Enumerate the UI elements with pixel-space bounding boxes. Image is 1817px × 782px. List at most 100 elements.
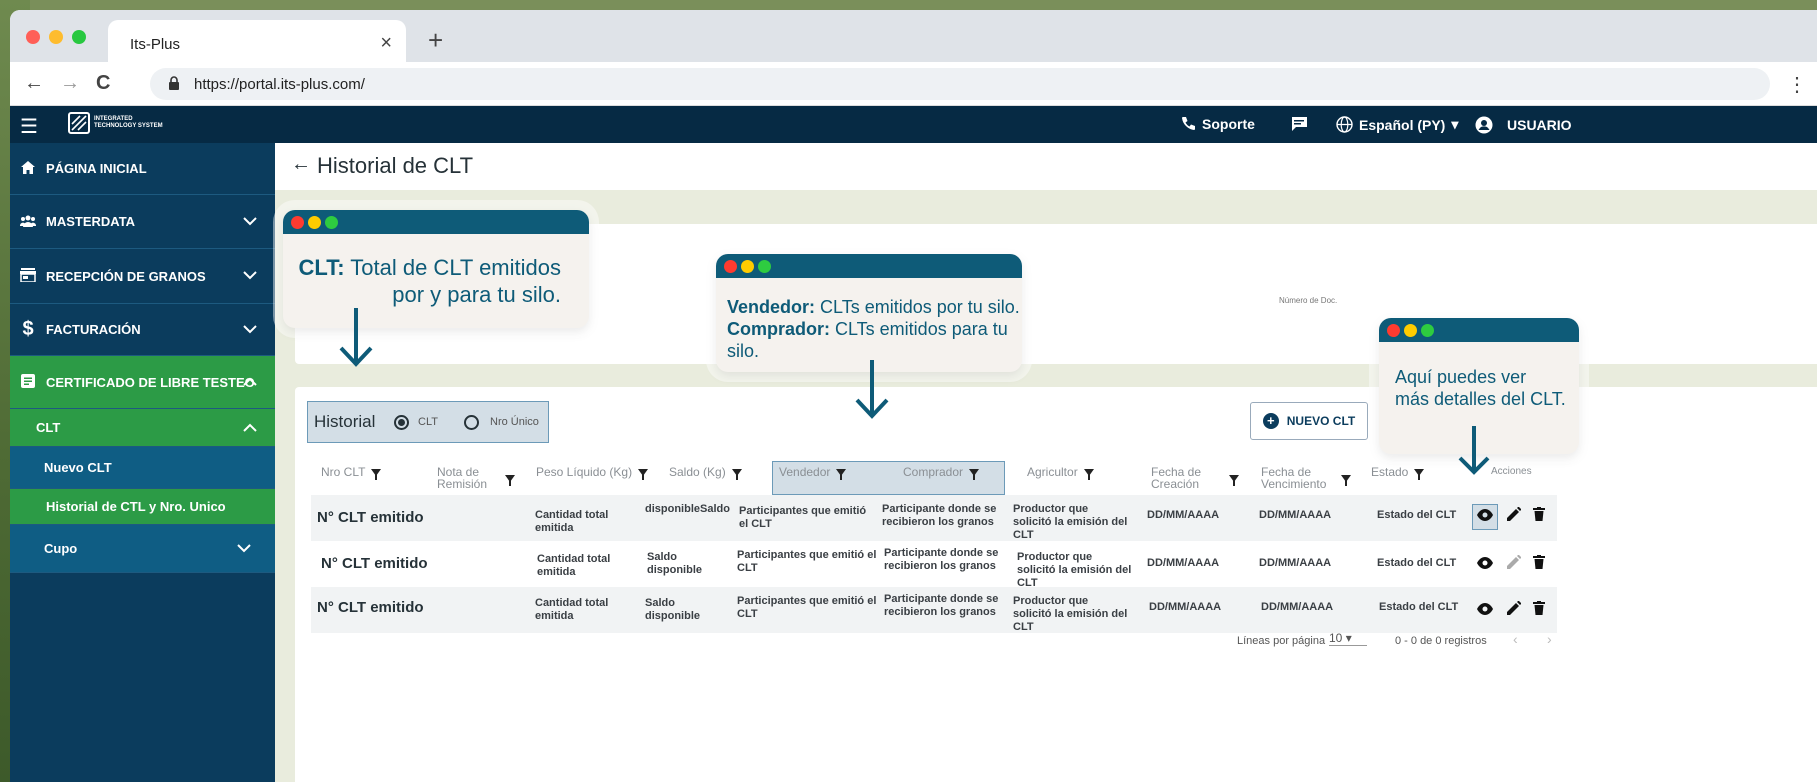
store-icon xyxy=(20,267,36,285)
logo-mark-icon xyxy=(68,112,90,134)
sidebar-item-cupo[interactable]: Cupo xyxy=(10,525,275,573)
eye-icon[interactable] xyxy=(1477,508,1493,524)
filter-icon[interactable] xyxy=(1083,468,1094,480)
table-row[interactable]: N° CLT emitido Cantidad total emitida Sa… xyxy=(311,587,1557,633)
hamburger-menu-icon[interactable]: ☰ xyxy=(20,114,38,139)
support-link[interactable]: Soporte xyxy=(1180,116,1255,132)
table-row[interactable]: N° CLT emitido Cantidad total emitida di… xyxy=(311,495,1557,541)
globe-icon xyxy=(1336,116,1353,133)
filter-icon[interactable] xyxy=(505,474,515,486)
caret-down-icon: ▾ xyxy=(1451,116,1459,132)
filter-icon[interactable] xyxy=(836,468,847,480)
page-title-bar: ← Historial de CLT xyxy=(275,143,1817,190)
back-icon[interactable]: ← xyxy=(24,72,44,95)
browser-tab[interactable]: Its-Plus × xyxy=(108,20,406,62)
prev-page-icon[interactable]: ‹ xyxy=(1513,631,1518,647)
sidebar-item-home[interactable]: PÁGINA INICIAL xyxy=(10,143,275,195)
minimize-window-dot[interactable] xyxy=(49,30,63,44)
sidebar-item-masterdata[interactable]: MASTERDATA xyxy=(10,195,275,249)
rows-per-page-select[interactable]: 10 ▾ xyxy=(1329,631,1367,646)
sidebar-item-label: Historial de CTL y Nro. Unico xyxy=(46,499,226,514)
reload-icon[interactable]: C xyxy=(96,72,110,95)
chat-icon-button[interactable] xyxy=(1290,116,1308,132)
language-selector[interactable]: Español (PY) ▾ xyxy=(1336,116,1458,133)
column-header[interactable]: Vendedor xyxy=(779,465,847,480)
chevron-down-icon xyxy=(243,213,257,231)
nuevo-clt-button[interactable]: + NUEVO CLT xyxy=(1250,402,1368,440)
sidebar-item-label: MASTERDATA xyxy=(46,214,136,229)
filter-icon[interactable] xyxy=(1229,474,1239,486)
column-header[interactable]: Agricultor xyxy=(1027,466,1094,480)
sidebar-item-label: CERTIFICADO DE LIBRE TESTEO xyxy=(46,374,255,390)
cell-vendedor: Participantes que emitió el CLT xyxy=(737,595,877,620)
new-tab-button[interactable]: + xyxy=(428,25,443,56)
filter-icon[interactable] xyxy=(1341,474,1351,486)
user-menu[interactable]: USUARIO xyxy=(1475,116,1572,134)
filter-icon[interactable] xyxy=(731,468,742,480)
close-tab-icon[interactable]: × xyxy=(380,32,392,55)
column-header-label: Estado xyxy=(1371,465,1409,479)
delete-icon[interactable] xyxy=(1533,601,1545,618)
back-arrow-icon[interactable]: ← xyxy=(291,153,311,176)
tooltip-bar xyxy=(1379,318,1579,342)
delete-icon[interactable] xyxy=(1533,507,1545,524)
cell-peso: Cantidad total emitida xyxy=(537,553,611,578)
edit-icon[interactable] xyxy=(1507,600,1522,618)
filter-icon[interactable] xyxy=(1414,468,1425,480)
url-field[interactable]: https://portal.its-plus.com/ xyxy=(150,68,1770,100)
sidebar-item-certificado[interactable]: CERTIFICADO DE LIBRE TESTEO xyxy=(10,356,275,409)
column-header[interactable]: Estado xyxy=(1371,465,1425,480)
url-text: https://portal.its-plus.com/ xyxy=(194,76,365,93)
column-header[interactable]: Saldo (Kg) xyxy=(669,466,742,480)
edit-icon[interactable] xyxy=(1507,554,1522,572)
table-row[interactable]: N° CLT emitido Cantidad total emitida Sa… xyxy=(311,541,1557,589)
eye-icon[interactable] xyxy=(1477,556,1493,572)
tooltip-vendedor-bold: Vendedor: xyxy=(727,297,816,317)
app-logo: INTEGRATED TECHNOLOGY SYSTEM xyxy=(68,112,163,134)
close-window-dot[interactable] xyxy=(26,30,40,44)
browser-menu-icon[interactable]: ⋮ xyxy=(1787,72,1807,97)
sidebar-item-historial[interactable]: Historial de CTL y Nro. Unico xyxy=(10,489,275,525)
sidebar-item-nuevo-clt[interactable]: Nuevo CLT xyxy=(10,447,275,489)
sidebar-item-recepcion[interactable]: RECEPCIÓN DE GRANOS xyxy=(10,249,275,304)
rows-per-page-value: 10 xyxy=(1329,631,1343,645)
filter-icon[interactable] xyxy=(371,468,382,480)
maximize-window-dot[interactable] xyxy=(72,30,86,44)
column-header-label: Comprador xyxy=(903,465,964,479)
sidebar-item-label: Nuevo CLT xyxy=(44,460,112,475)
radio-clt[interactable] xyxy=(394,415,409,430)
column-header[interactable]: Peso Líquido (Kg) xyxy=(536,466,649,480)
radio-nro-unico[interactable] xyxy=(464,415,479,430)
column-header-label: Nro CLT xyxy=(321,465,366,479)
column-header[interactable]: Comprador xyxy=(903,465,980,480)
sidebar-item-facturacion[interactable]: $ FACTURACIÓN xyxy=(10,304,275,356)
chevron-down-icon xyxy=(243,267,257,285)
tooltip-vc-text: Vendedor: CLTs emitidos por tu silo. Com… xyxy=(727,296,1022,362)
cell-agricultor: Productor que solicitó la emisión del CL… xyxy=(1017,551,1132,589)
eye-icon[interactable] xyxy=(1477,602,1493,618)
logo-text: INTEGRATED TECHNOLOGY SYSTEM xyxy=(94,116,163,130)
delete-icon[interactable] xyxy=(1533,555,1545,572)
next-page-icon[interactable]: › xyxy=(1547,631,1552,647)
column-header[interactable]: Fecha de Vencimiento xyxy=(1261,466,1351,490)
column-header[interactable]: Nro CLT xyxy=(321,465,382,480)
column-header[interactable]: Nota de Remisión xyxy=(437,466,517,490)
forward-icon[interactable]: → xyxy=(60,72,80,95)
sidebar-item-clt[interactable]: CLT xyxy=(10,409,275,447)
tooltip-comprador-bold: Comprador: xyxy=(727,319,830,339)
filter-icon[interactable] xyxy=(638,468,649,480)
account-icon xyxy=(1475,116,1493,134)
tooltip-clt-text: CLT: Total de CLT emitidos por y para tu… xyxy=(299,254,561,308)
cell-vendedor: Participantes que emitió el CLT xyxy=(739,505,867,530)
browser-window: Its-Plus × + ← → C https://portal.its-pl… xyxy=(10,10,1817,782)
filter-icon[interactable] xyxy=(969,468,980,480)
edit-icon[interactable] xyxy=(1507,506,1522,524)
tooltip-detalles-text: Aquí puedes ver más detalles del CLT. xyxy=(1395,366,1566,410)
cell-fecha-vencimiento: DD/MM/AAAA xyxy=(1259,557,1332,569)
pager-range: 0 - 0 de 0 registros xyxy=(1395,635,1487,647)
tab-bar: Its-Plus × + xyxy=(10,10,1817,62)
historial-label: Historial xyxy=(314,412,376,431)
radio-clt-label: CLT xyxy=(418,416,438,428)
column-header[interactable]: Fecha de Creación xyxy=(1151,466,1239,490)
column-header-label: Vendedor xyxy=(779,465,831,479)
